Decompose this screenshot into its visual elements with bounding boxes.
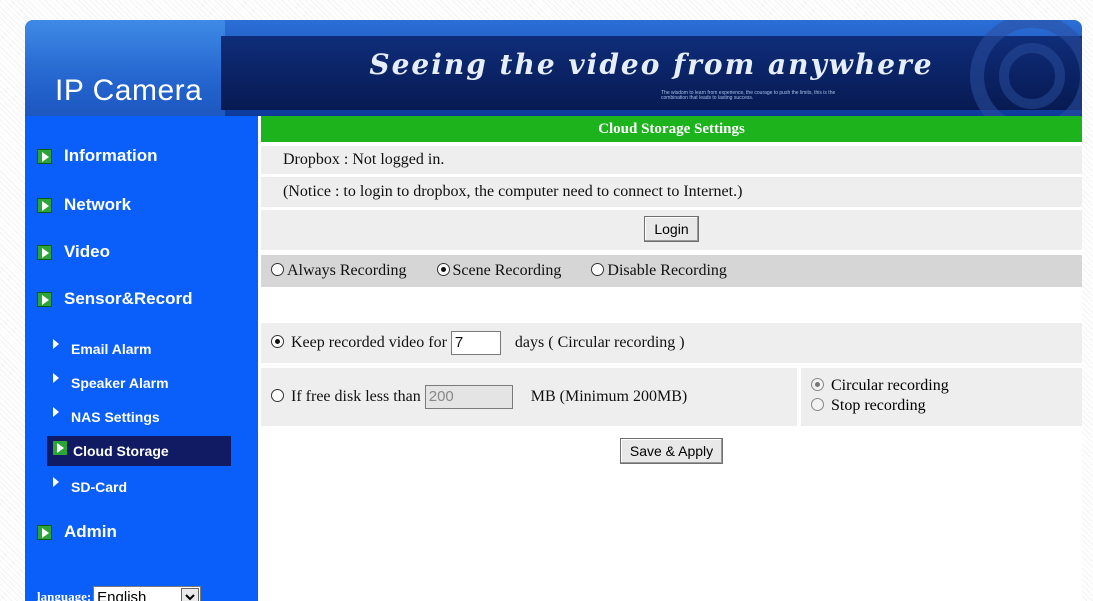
login-button[interactable]: Login — [644, 216, 699, 242]
sidebar-item-video[interactable]: Video — [37, 242, 110, 262]
radio-disable-recording[interactable]: Disable Recording — [591, 262, 727, 279]
radio-scene-recording[interactable]: Scene Recording — [436, 262, 562, 279]
radio-icon[interactable] — [811, 398, 824, 411]
save-apply-button[interactable]: Save & Apply — [619, 438, 724, 464]
app-frame: Seeing the video from anywhere The wisdo… — [25, 20, 1082, 601]
triangle-icon — [53, 339, 59, 349]
radio-icon[interactable] — [811, 378, 824, 391]
tagline-banner: Seeing the video from anywhere The wisdo… — [221, 20, 1082, 116]
radio-icon[interactable] — [436, 263, 450, 276]
sidebar-subitem-speaker-alarm[interactable]: Speaker Alarm — [47, 368, 231, 398]
login-row: Login — [261, 210, 1082, 250]
free-disk-label: If free disk less than — [291, 388, 421, 405]
sidebar-subitem-email-alarm[interactable]: Email Alarm — [47, 334, 231, 364]
recording-mode-row: Always Recording Scene Recording Disable… — [261, 255, 1082, 287]
free-disk-action: Circular recording Stop recording — [801, 368, 1082, 426]
sidebar-subitem-label: SD-Card — [71, 479, 128, 495]
triangle-icon — [53, 373, 59, 383]
sidebar-subitem-cloud-storage[interactable]: Cloud Storage — [47, 436, 231, 466]
play-arrow-icon — [37, 244, 52, 260]
keep-label: Keep recorded video for — [291, 334, 447, 351]
sidebar-item-label: Network — [64, 195, 132, 214]
sidebar-item-label: Information — [64, 146, 158, 165]
sidebar-subitem-label: Speaker Alarm — [71, 375, 169, 391]
play-arrow-icon — [37, 148, 52, 164]
sidebar-item-network[interactable]: Network — [37, 195, 131, 215]
keep-video-row: Keep recorded video for 7 days ( Circula… — [261, 323, 1082, 363]
language-select[interactable]: English — [93, 586, 202, 601]
sidebar-item-admin[interactable]: Admin — [37, 522, 117, 542]
language-label: language: — [37, 589, 92, 601]
keep-days-input[interactable]: 7 — [450, 331, 501, 356]
radio-free-disk[interactable] — [271, 389, 284, 402]
page-title: Cloud Storage Settings — [261, 116, 1082, 142]
sidebar-subitem-label: NAS Settings — [71, 409, 160, 425]
triangle-icon — [53, 407, 59, 417]
radio-label: Always Recording — [287, 262, 407, 279]
fineprint: The wisdom to learn from experience, the… — [661, 90, 836, 101]
language-selector: language: English — [37, 586, 202, 601]
notice-text: (Notice : to login to dropbox, the compu… — [261, 177, 1082, 207]
radio-label: Disable Recording — [607, 262, 727, 279]
triangle-icon — [53, 477, 59, 487]
radio-label: Stop recording — [831, 397, 926, 414]
play-arrow-icon — [37, 524, 52, 540]
free-disk-suffix: MB (Minimum 200MB) — [530, 388, 688, 405]
logo-text: IP Camera — [55, 74, 203, 107]
radio-stop-recording[interactable]: Stop recording — [811, 396, 1082, 416]
tagline: Seeing the video from anywhere — [369, 48, 934, 81]
language-value: English — [97, 588, 147, 601]
sidebar-item-label: Video — [64, 242, 110, 261]
save-row: Save & Apply — [261, 438, 1082, 472]
header-banner: Seeing the video from anywhere The wisdo… — [25, 20, 1082, 116]
sidebar-subitem-label: Cloud Storage — [73, 443, 169, 459]
radio-icon[interactable] — [271, 263, 284, 276]
radio-circular-recording[interactable]: Circular recording — [811, 376, 1082, 396]
radio-label: Scene Recording — [452, 262, 562, 279]
main-content: Cloud Storage Settings Dropbox : Not log… — [261, 116, 1082, 601]
radio-keep-video[interactable] — [271, 335, 284, 348]
radio-icon[interactable] — [591, 263, 605, 276]
play-arrow-icon — [37, 291, 52, 307]
chevron-down-icon[interactable] — [181, 588, 200, 601]
play-arrow-icon — [37, 197, 52, 213]
sidebar: Information Network Video Sensor&Record … — [25, 116, 258, 601]
sidebar-subitem-nas-settings[interactable]: NAS Settings — [47, 402, 231, 432]
sidebar-subitem-label: Email Alarm — [71, 341, 152, 357]
sidebar-item-label: Admin — [64, 522, 117, 541]
dropbox-status: Dropbox : Not logged in. — [261, 146, 1082, 174]
sidebar-item-label: Sensor&Record — [64, 289, 193, 308]
sidebar-subitem-sd-card[interactable]: SD-Card — [47, 472, 231, 502]
free-disk-input[interactable]: 200 — [424, 385, 513, 410]
keep-suffix: days ( Circular recording ) — [514, 334, 685, 351]
play-arrow-icon — [53, 441, 67, 455]
radio-always-recording[interactable]: Always Recording — [271, 262, 407, 279]
sidebar-item-information[interactable]: Information — [37, 146, 158, 166]
sidebar-item-sensor-record[interactable]: Sensor&Record — [37, 289, 192, 309]
radio-label: Circular recording — [831, 377, 949, 394]
